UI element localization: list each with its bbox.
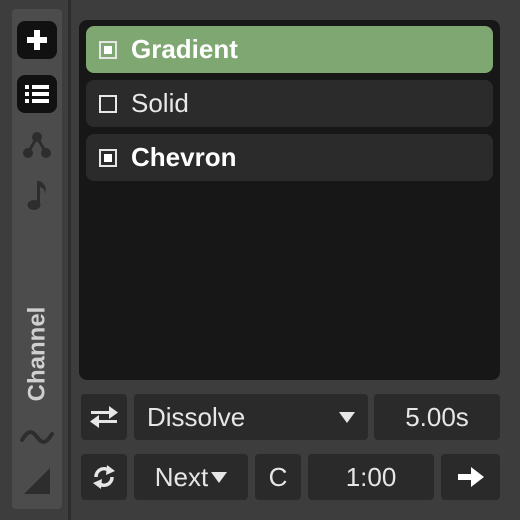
panel-divider (68, 0, 71, 520)
music-note-icon (27, 181, 46, 210)
nodes-button[interactable] (17, 125, 57, 165)
time-value: 1:00 (345, 461, 397, 492)
corner-triangle-icon (24, 468, 50, 494)
loop-button[interactable] (81, 454, 127, 500)
channel-label: Channel (23, 306, 50, 402)
layer-checkbox[interactable] (99, 148, 117, 167)
transition-value: Dissolve (147, 401, 246, 432)
list-view-button[interactable] (17, 75, 57, 113)
layer-item-solid[interactable]: Solid (86, 80, 493, 127)
swap-arrows-icon (90, 406, 118, 428)
mode-value: Next (154, 461, 209, 492)
layer-item-gradient[interactable]: Gradient (86, 26, 493, 73)
mode-select[interactable]: Next (134, 454, 248, 500)
audio-button[interactable] (17, 175, 57, 215)
clear-label: C (268, 461, 288, 492)
duration-field[interactable]: 5.00s (374, 394, 500, 440)
layer-checkbox[interactable] (99, 40, 117, 59)
time-field[interactable]: 1:00 (308, 454, 434, 500)
layer-label: Chevron (131, 142, 237, 172)
list-icon (25, 85, 49, 103)
channel-sidebar: Channel (12, 9, 62, 509)
resize-corner[interactable] (17, 461, 57, 501)
wave-icon (20, 430, 54, 444)
plus-icon (27, 30, 47, 50)
layer-list: Gradient Solid Chevron (79, 20, 500, 380)
arrow-right-icon (457, 467, 484, 487)
chevron-down-icon (339, 411, 355, 423)
chevron-down-icon (211, 471, 228, 483)
nodes-icon (23, 132, 51, 158)
swap-button[interactable] (81, 394, 127, 440)
layer-checkbox[interactable] (99, 94, 117, 113)
transition-select[interactable]: Dissolve (134, 394, 368, 440)
clear-button[interactable]: C (255, 454, 301, 500)
layer-label: Gradient (131, 34, 238, 64)
loop-icon (93, 465, 115, 489)
layer-label: Solid (131, 88, 189, 118)
layer-item-chevron[interactable]: Chevron (86, 134, 493, 181)
wave-button[interactable] (17, 417, 57, 457)
go-button[interactable] (441, 454, 500, 500)
duration-value: 5.00s (405, 401, 469, 432)
add-button[interactable] (17, 21, 57, 59)
